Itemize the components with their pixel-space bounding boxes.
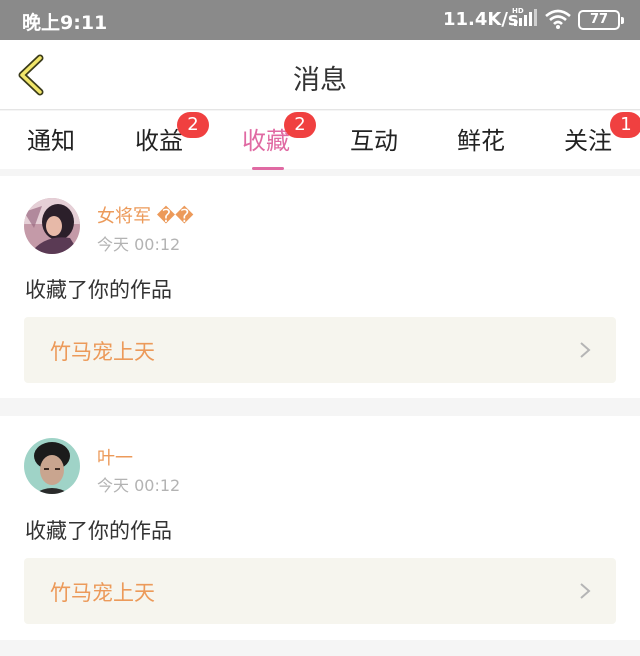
- tab-badge: 2: [177, 112, 209, 138]
- tab-label: 鲜花: [457, 127, 505, 155]
- svg-text:HD: HD: [512, 7, 524, 15]
- message-action: 收藏了你的作品: [25, 519, 172, 543]
- message-item: 女将军 �� 今天 00:12 收藏了你的作品 竹马宠上天: [0, 176, 640, 398]
- work-title: 竹马宠上天: [50, 340, 155, 364]
- network-speed: 11.4K/s: [443, 9, 519, 30]
- chevron-right-icon: [580, 583, 591, 599]
- message-time: 今天 00:12: [97, 235, 181, 254]
- avatar[interactable]: [24, 438, 80, 494]
- message-item: 叶一 今天 00:12 收藏了你的作品 竹马宠上天: [0, 416, 640, 640]
- avatar[interactable]: [24, 198, 80, 254]
- work-link[interactable]: 竹马宠上天: [24, 317, 616, 383]
- tab-label: 收藏: [242, 127, 290, 155]
- tab-label: 收益: [135, 127, 183, 155]
- tab-bar: 通知 收益 2 收藏 2 互动 鲜花 关注 1: [0, 111, 640, 170]
- header: 消息: [0, 40, 640, 110]
- username[interactable]: 女将军 ��: [97, 202, 194, 228]
- tab-label: 关注: [564, 127, 612, 155]
- work-title: 竹马宠上天: [50, 581, 155, 605]
- signal-icon: HD: [512, 7, 537, 26]
- tab-label: 互动: [350, 127, 398, 155]
- tab-interactions[interactable]: 互动: [334, 121, 414, 156]
- tab-badge: 2: [284, 112, 316, 138]
- battery-level: 77: [589, 12, 609, 27]
- message-action: 收藏了你的作品: [25, 278, 172, 302]
- tab-flowers[interactable]: 鲜花: [441, 121, 521, 156]
- tab-earnings[interactable]: 收益 2: [119, 112, 209, 156]
- work-link[interactable]: 竹马宠上天: [24, 558, 616, 624]
- wifi-icon: [545, 9, 571, 29]
- tab-badge: 1: [610, 112, 640, 138]
- status-bar: 晚上9:11 11.4K/s HD 77: [0, 0, 640, 40]
- battery-icon: 77: [578, 10, 624, 30]
- username[interactable]: 叶一: [97, 444, 133, 470]
- tab-label: 通知: [27, 127, 75, 155]
- page-title: 消息: [293, 65, 347, 96]
- tab-favorites[interactable]: 收藏 2: [226, 112, 316, 170]
- active-tab-indicator: [252, 167, 284, 170]
- status-time: 晚上9:11: [22, 12, 108, 34]
- message-time: 今天 00:12: [97, 476, 181, 495]
- chevron-right-icon: [580, 342, 591, 358]
- tab-notifications[interactable]: 通知: [11, 121, 91, 156]
- tab-follows[interactable]: 关注 1: [548, 112, 640, 156]
